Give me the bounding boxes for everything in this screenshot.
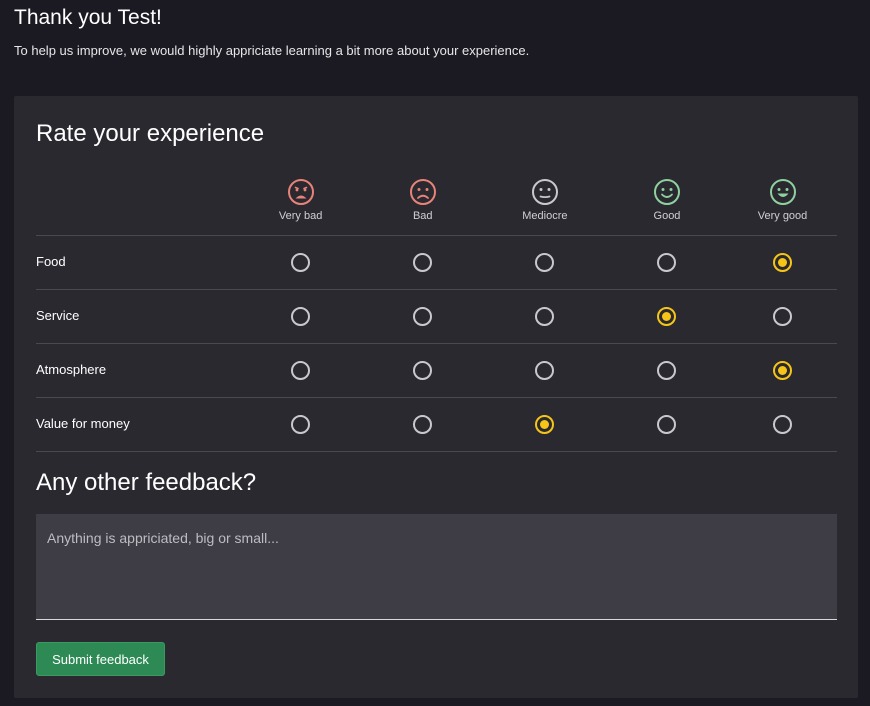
radio-service-mediocre[interactable] bbox=[535, 307, 555, 326]
row-label: Food bbox=[36, 235, 240, 290]
radio-service-very-bad[interactable] bbox=[291, 307, 311, 326]
good-face-icon bbox=[653, 179, 680, 205]
option-very-bad: Very bad bbox=[239, 174, 362, 236]
radio-food-very-bad[interactable] bbox=[291, 253, 311, 272]
rating-table: Very bad Bad Mediocre Good Very good Foo… bbox=[36, 174, 837, 452]
radio-value-mediocre[interactable] bbox=[535, 415, 555, 434]
neutral-face-icon bbox=[531, 179, 558, 205]
rating-row-atmosphere: Atmosphere bbox=[36, 343, 837, 398]
intro-text: To help us improve, we would highly appr… bbox=[14, 43, 530, 58]
option-label: Mediocre bbox=[522, 210, 568, 222]
very-bad-face-icon bbox=[287, 179, 314, 205]
radio-atmosphere-very-bad[interactable] bbox=[291, 361, 311, 380]
radio-service-very-good[interactable] bbox=[773, 307, 793, 326]
radio-food-bad[interactable] bbox=[413, 253, 433, 272]
rating-row-service: Service bbox=[36, 289, 837, 344]
page-title: Thank you Test! bbox=[14, 6, 162, 29]
option-label: Very bad bbox=[278, 210, 323, 222]
radio-food-mediocre[interactable] bbox=[535, 253, 555, 272]
rate-experience-heading: Rate your experience bbox=[36, 120, 265, 147]
option-bad: Bad bbox=[361, 174, 484, 236]
radio-food-good[interactable] bbox=[657, 253, 677, 272]
feedback-textarea[interactable] bbox=[36, 514, 837, 620]
radio-atmosphere-mediocre[interactable] bbox=[535, 361, 555, 380]
radio-food-very-good[interactable] bbox=[773, 253, 793, 272]
option-mediocre: Mediocre bbox=[483, 174, 606, 236]
radio-value-good[interactable] bbox=[657, 415, 677, 434]
option-label: Very good bbox=[757, 210, 808, 222]
row-label: Atmosphere bbox=[36, 343, 240, 398]
radio-service-bad[interactable] bbox=[413, 307, 433, 326]
option-label: Good bbox=[653, 210, 681, 222]
radio-atmosphere-very-good[interactable] bbox=[773, 361, 793, 380]
radio-value-very-bad[interactable] bbox=[291, 415, 311, 434]
radio-atmosphere-bad[interactable] bbox=[413, 361, 433, 380]
submit-feedback-button[interactable]: Submit feedback bbox=[36, 642, 165, 676]
rating-row-food: Food bbox=[36, 235, 837, 290]
feedback-card: Rate your experience Very bad Bad Medioc… bbox=[14, 96, 858, 698]
radio-value-bad[interactable] bbox=[413, 415, 433, 434]
radio-atmosphere-good[interactable] bbox=[657, 361, 677, 380]
option-label: Bad bbox=[412, 210, 433, 222]
rating-row-value-for-money: Value for money bbox=[36, 397, 837, 452]
row-label: Service bbox=[36, 289, 240, 344]
option-good: Good bbox=[605, 174, 729, 236]
row-label: Value for money bbox=[36, 397, 240, 452]
other-feedback-heading: Any other feedback? bbox=[36, 469, 257, 496]
radio-service-good[interactable] bbox=[657, 307, 677, 326]
rating-header-row: Very bad Bad Mediocre Good Very good bbox=[36, 174, 837, 236]
option-very-good: Very good bbox=[728, 174, 837, 236]
rating-header-spacer bbox=[36, 174, 240, 236]
bad-face-icon bbox=[409, 179, 436, 205]
very-good-face-icon bbox=[769, 179, 796, 205]
radio-value-very-good[interactable] bbox=[773, 415, 793, 434]
